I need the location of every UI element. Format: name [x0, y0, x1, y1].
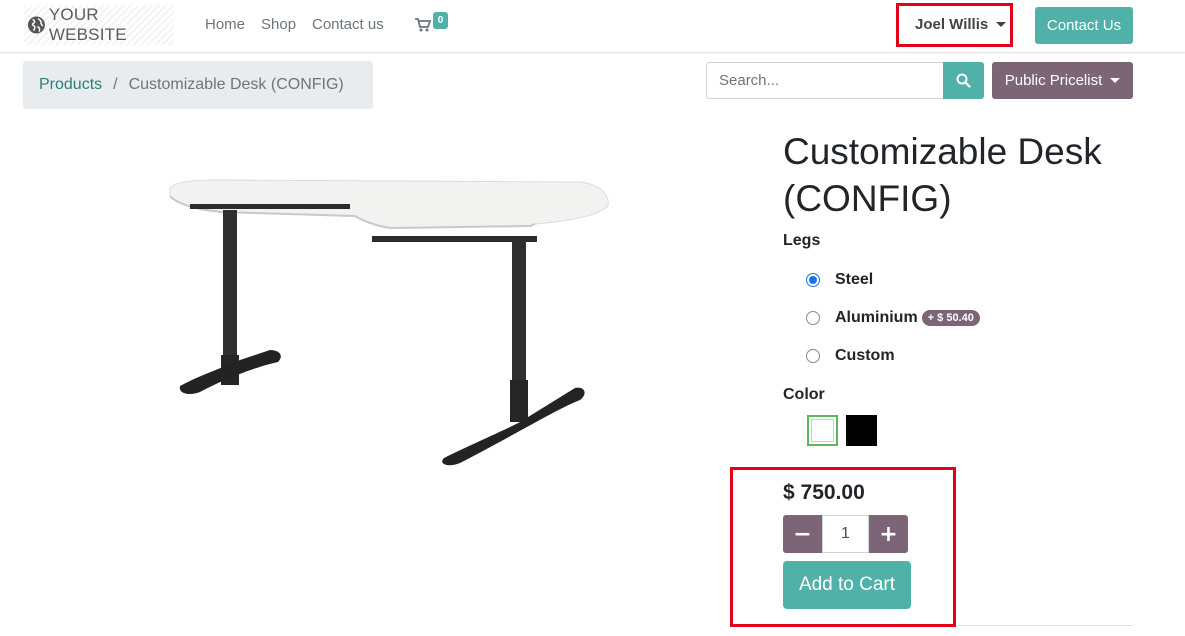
aluminium-price-extra-badge: + $ 50.40 — [921, 310, 980, 326]
pricelist-dropdown[interactable]: Public Pricelist — [992, 62, 1133, 99]
breadcrumb-separator: / — [113, 76, 118, 93]
breadcrumb-products-link[interactable]: Products — [39, 76, 102, 94]
color-swatch-black[interactable] — [846, 415, 877, 446]
user-menu-dropdown[interactable]: Joel Willis — [915, 16, 1007, 33]
product-image — [169, 179, 609, 466]
pricelist-label: Public Pricelist — [1004, 72, 1103, 89]
cart-count-badge: 0 — [433, 12, 448, 29]
plus-icon: + — [879, 521, 898, 547]
caret-down-icon — [1110, 78, 1121, 83]
contact-us-button[interactable]: Contact Us — [1035, 7, 1133, 44]
logo-text: YOUR WEBSITE — [48, 5, 127, 44]
site-logo[interactable]: YOUR WEBSITE — [24, 5, 174, 45]
product-search — [706, 62, 984, 99]
nav-shop[interactable]: Shop — [261, 16, 296, 33]
legs-option-aluminium[interactable]: Aluminium + $ 50.40 — [806, 308, 980, 328]
add-to-cart-button[interactable]: Add to Cart — [783, 561, 911, 609]
quantity-decrease-button[interactable]: − — [783, 515, 822, 553]
product-title: Customizable Desk (CONFIG) — [783, 131, 1102, 219]
steel-radio[interactable] — [806, 273, 820, 287]
nav-contact-us[interactable]: Contact us — [312, 16, 384, 33]
user-name: Joel Willis — [915, 16, 989, 33]
steel-label: Steel — [835, 271, 874, 288]
top-navbar: YOUR WEBSITE Home Shop Contact us 0 Joel… — [0, 0, 1185, 53]
custom-label: Custom — [835, 347, 895, 364]
nav-home[interactable]: Home — [205, 16, 245, 33]
quantity-stepper: − + — [783, 515, 908, 553]
search-button[interactable] — [943, 62, 984, 99]
color-swatch-white[interactable] — [807, 415, 838, 446]
cart-link[interactable]: 0 — [415, 12, 455, 38]
color-attribute-label: Color — [783, 386, 825, 403]
globe-icon — [27, 16, 45, 34]
custom-radio[interactable] — [806, 349, 820, 363]
breadcrumb-current: Customizable Desk (CONFIG) — [128, 76, 344, 93]
quantity-increase-button[interactable]: + — [869, 515, 908, 553]
aluminium-radio[interactable] — [806, 311, 820, 325]
quantity-input[interactable] — [822, 515, 869, 553]
aluminium-label: Aluminium — [835, 309, 918, 326]
shopping-cart-icon — [415, 18, 431, 32]
section-divider — [957, 625, 1133, 626]
minus-icon: − — [793, 521, 812, 547]
search-icon — [956, 73, 971, 88]
breadcrumb: Products / Customizable Desk (CONFIG) — [23, 61, 373, 109]
legs-attribute-label: Legs — [783, 232, 821, 249]
caret-down-icon — [996, 22, 1007, 27]
legs-option-steel[interactable]: Steel — [806, 270, 873, 290]
search-input[interactable] — [706, 62, 943, 99]
legs-option-custom[interactable]: Custom — [806, 346, 895, 366]
product-price: $ 750.00 — [783, 481, 865, 504]
